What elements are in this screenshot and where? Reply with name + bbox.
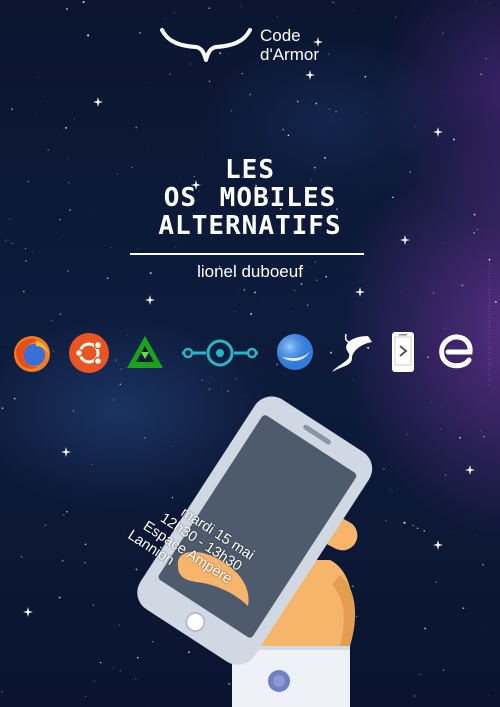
poster: Code d'Armor LES OS MOBILES ALTERNATIFS … [0,0,500,707]
